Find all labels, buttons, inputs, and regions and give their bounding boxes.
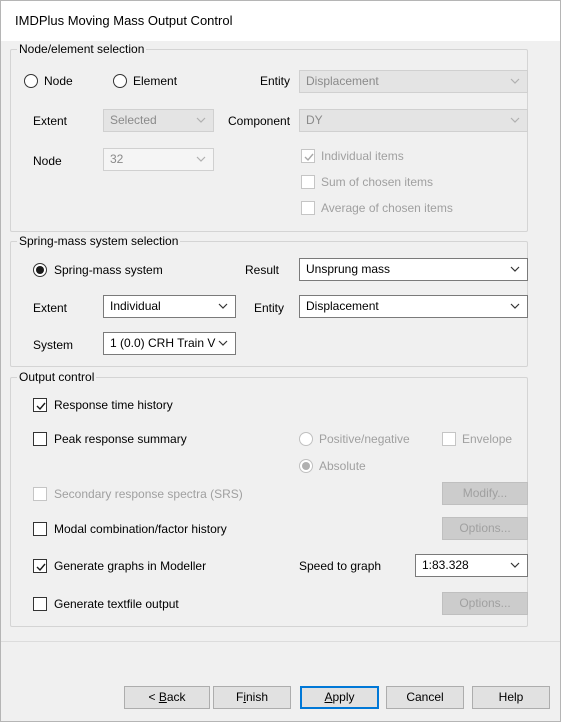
absolute-radio[interactable] [299,459,313,473]
modal-combination-checkbox[interactable] [33,522,47,536]
cancel-button[interactable]: Cancel [386,686,464,709]
result-value: Unsprung mass [306,262,391,276]
positive-negative-radio[interactable] [299,432,313,446]
node-radio[interactable] [24,74,38,88]
window-title: IMDPlus Moving Mass Output Control [15,13,233,28]
textfile-options-button[interactable]: Options... [442,592,528,615]
back-prefix: < [148,690,159,704]
envelope-label[interactable]: Envelope [462,431,512,447]
spring-entity-label: Entity [254,301,285,315]
back-button[interactable]: < Back [124,686,210,709]
generate-textfile-label[interactable]: Generate textfile output [54,596,179,612]
chevron-down-icon [218,340,228,346]
chevron-down-icon [510,78,520,84]
element-radio-label[interactable]: Element [133,73,177,89]
component-select[interactable]: DY [299,109,528,132]
node-entity-select[interactable]: Displacement [299,70,528,93]
spring-extent-select[interactable]: Individual [103,295,236,318]
chevron-down-icon [510,117,520,123]
node-extent-select[interactable]: Selected [103,109,214,132]
speed-to-graph-select[interactable]: 1:83.328 [415,554,528,577]
generate-graphs-checkbox[interactable] [33,559,47,573]
sum-items-label[interactable]: Sum of chosen items [321,174,433,190]
chevron-down-icon [196,156,206,162]
help-button[interactable]: Help [472,686,550,709]
node-number-value: 32 [110,152,124,166]
result-label: Result [245,263,280,277]
speed-to-graph-value: 1:83.328 [422,558,469,572]
dialog-window: IMDPlus Moving Mass Output Control Node/… [0,0,561,722]
checkmark-icon [36,402,46,411]
response-history-checkbox[interactable] [33,398,47,412]
component-value: DY [306,113,323,127]
spring-extent-value: Individual [110,299,161,313]
speed-to-graph-label: Speed to graph [299,559,382,573]
element-radio[interactable] [113,74,127,88]
apply-mnemonic: A [324,690,333,704]
system-select[interactable]: 1 (0.0) CRH Train V [103,332,236,355]
checkmark-icon [36,563,46,572]
spring-mass-radio[interactable] [33,263,47,277]
node-extent-value: Selected [110,113,157,127]
average-items-checkbox[interactable] [301,201,315,215]
component-label: Component [228,114,291,128]
node-radio-label[interactable]: Node [44,73,73,89]
node-label: Node [33,154,62,168]
chevron-down-icon [218,303,228,309]
generate-textfile-checkbox[interactable] [33,597,47,611]
output-control-group-title: Output control [17,370,97,384]
chevron-down-icon [510,303,520,309]
peak-summary-checkbox[interactable] [33,432,47,446]
srs-checkbox[interactable] [33,487,47,501]
spring-mass-radio-label[interactable]: Spring-mass system [54,262,163,278]
system-label: System [33,338,74,352]
apply-label: pply [332,690,355,704]
envelope-checkbox[interactable] [442,432,456,446]
chevron-down-icon [510,266,520,272]
title-bar: IMDPlus Moving Mass Output Control [1,1,560,41]
sum-items-checkbox[interactable] [301,175,315,189]
chevron-down-icon [510,562,520,568]
positive-negative-label[interactable]: Positive/negative [319,431,410,447]
modal-options-button[interactable]: Options... [442,517,528,540]
response-history-label[interactable]: Response time history [54,397,173,413]
spring-entity-value: Displacement [306,299,379,313]
spring-mass-group-title: Spring-mass system selection [17,234,181,248]
generate-graphs-label[interactable]: Generate graphs in Modeller [54,558,206,574]
srs-label[interactable]: Secondary response spectra (SRS) [54,486,243,502]
footer-divider [1,641,560,642]
node-element-group-title: Node/element selection [17,42,147,56]
back-mnemonic: B [158,690,167,704]
apply-button[interactable]: Apply [300,686,379,709]
individual-items-label[interactable]: Individual items [321,148,404,164]
spring-extent-label: Extent [33,301,68,315]
result-select[interactable]: Unsprung mass [299,258,528,281]
checkmark-icon [304,153,314,162]
average-items-label[interactable]: Average of chosen items [321,200,453,216]
modal-combination-label[interactable]: Modal combination/factor history [54,521,227,537]
chevron-down-icon [196,117,206,123]
system-value: 1 (0.0) CRH Train V [110,336,216,350]
node-number-combo[interactable]: 32 [103,148,214,171]
peak-summary-label[interactable]: Peak response summary [54,431,187,447]
finish-label: nish [246,690,269,704]
finish-button[interactable]: Finish [213,686,291,709]
entity-label: Entity [260,74,291,88]
node-entity-value: Displacement [306,74,379,88]
absolute-label[interactable]: Absolute [319,458,366,474]
spring-entity-select[interactable]: Displacement [299,295,528,318]
individual-items-checkbox[interactable] [301,149,315,163]
extent-label: Extent [33,114,68,128]
back-label: ack [166,690,186,704]
modify-button[interactable]: Modify... [442,482,528,505]
